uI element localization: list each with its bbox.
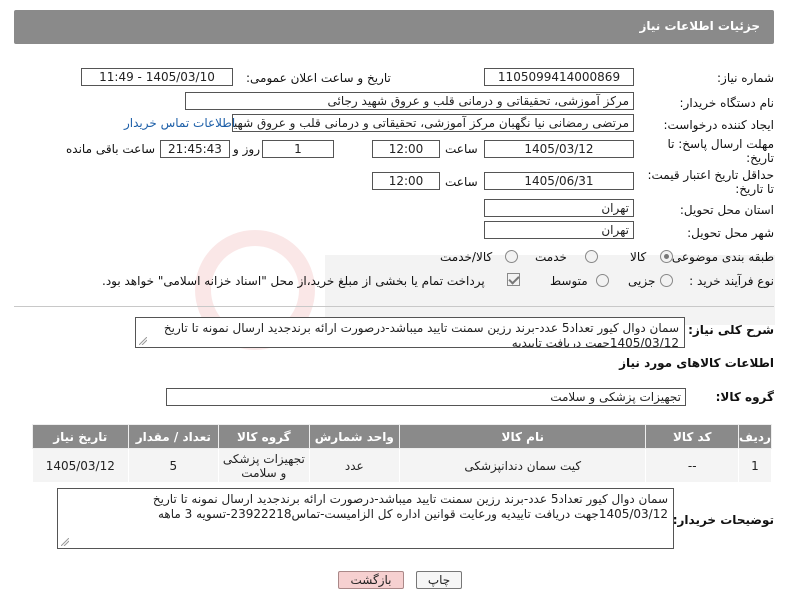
process-option-minor: جزیی	[628, 274, 656, 288]
deadline-label: مهلت ارسال پاسخ: تا	[667, 137, 774, 151]
category-radio-service[interactable]	[585, 250, 598, 263]
process-radio-medium[interactable]	[596, 274, 609, 287]
cell-unit: عدد	[308, 448, 401, 483]
process-label: نوع فرآیند خرید :	[689, 274, 774, 288]
table-header-row: ردیف کد کالا نام کالا واحد شمارش گروه کا…	[32, 424, 773, 449]
buyer-label: نام دستگاه خریدار:	[679, 96, 775, 110]
description-text: سمان دوال کیور تعداد5 عدد-برند رزین سمنت…	[163, 321, 679, 348]
category-option-goods: کالا	[630, 250, 647, 264]
cell-code: --	[645, 448, 739, 483]
price-time-field: 12:00	[372, 172, 440, 190]
price-time-label: ساعت	[445, 175, 478, 189]
cell-need-date: 1405/03/12	[32, 448, 129, 483]
column-header-row-number: ردیف	[737, 424, 773, 449]
days-label: روز و	[233, 142, 260, 156]
column-header-unit: واحد شمارش	[308, 424, 401, 449]
category-option-service: خدمت	[535, 250, 567, 264]
price-date-field: 1405/06/31	[484, 172, 634, 190]
deadline-time-label: ساعت	[445, 142, 478, 156]
days-field: 1	[262, 140, 334, 158]
column-header-name: نام کالا	[399, 424, 647, 449]
province-field: تهران	[484, 199, 634, 217]
price-validity-label: حداقل تاریخ اعتبار قیمت:	[647, 168, 774, 182]
resize-grip-icon[interactable]	[61, 538, 69, 546]
deadline-time-field: 12:00	[372, 140, 440, 158]
province-label: استان محل تحویل:	[679, 203, 774, 217]
header-panel: جزئیات اطلاعات نیاز	[14, 10, 774, 44]
buyer-field: مرکز آموزشی، تحقیقاتی و درمانی قلب و عرو…	[185, 92, 634, 110]
buyer-contact-link[interactable]: اطلاعات تماس خریدار	[124, 116, 235, 130]
category-radio-both[interactable]	[505, 250, 518, 263]
cell-quantity: 5	[127, 448, 220, 483]
category-option-both: کالا/خدمت	[440, 250, 493, 264]
goods-section-title: اطلاعات کالاهای مورد نیاز	[619, 356, 774, 370]
remaining-label: ساعت باقی مانده	[66, 142, 156, 156]
description-textarea[interactable]: سمان دوال کیور تعداد5 عدد-برند رزین سمنت…	[135, 317, 685, 348]
category-radio-goods[interactable]	[660, 250, 673, 263]
column-header-need-date: تاریخ نیاز	[32, 424, 129, 449]
column-header-code: کد کالا	[645, 424, 739, 449]
table-row: 1 -- کیت سمان دندانپزشکی عدد تجهیزات پزش…	[32, 448, 773, 483]
resize-grip-icon[interactable]	[139, 337, 147, 345]
price-validity-label-2: تا تاریخ:	[735, 182, 774, 196]
creator-label: ایجاد کننده درخواست:	[663, 118, 774, 132]
cell-group: تجهیزات پزشکی و سلامت	[218, 448, 310, 483]
announce-field: 1405/03/10 - 11:49	[81, 68, 233, 86]
cell-name: کیت سمان دندانپزشکی	[399, 448, 647, 483]
divider	[14, 306, 774, 307]
buyer-notes-text: سمان دوال کیور تعداد5 عدد-برند رزین سمنت…	[152, 492, 668, 521]
back-button[interactable]: بازگشت	[338, 571, 404, 589]
remaining-time-field: 21:45:43	[160, 140, 230, 158]
process-option-medium: متوسط	[550, 274, 588, 288]
treasury-payment-checkbox[interactable]	[507, 273, 520, 286]
goods-group-label: گروه کالا:	[715, 390, 774, 404]
goods-table: ردیف کد کالا نام کالا واحد شمارش گروه کا…	[32, 424, 773, 483]
city-field: تهران	[484, 221, 634, 239]
deadline-date-field: 1405/03/12	[484, 140, 634, 158]
category-label: طبقه بندی موضوعی:	[667, 250, 774, 264]
announce-label: تاریخ و ساعت اعلان عمومی:	[246, 71, 391, 85]
city-label: شهر محل تحویل:	[687, 226, 774, 240]
treasury-payment-note: پرداخت تمام یا بخشی از مبلغ خرید،از محل …	[102, 274, 485, 288]
column-header-group: گروه کالا	[218, 424, 310, 449]
buyer-notes-label: توضیحات خریدار:	[672, 513, 774, 527]
print-button[interactable]: چاپ	[416, 571, 462, 589]
need-number-field: 1105099414000869	[484, 68, 634, 86]
description-label: شرح کلی نیاز:	[688, 323, 774, 337]
buyer-notes-textarea[interactable]: سمان دوال کیور تعداد5 عدد-برند رزین سمنت…	[57, 488, 674, 549]
cell-row-number: 1	[737, 448, 773, 483]
need-number-label: شماره نیاز:	[717, 71, 774, 85]
process-radio-minor[interactable]	[660, 274, 673, 287]
deadline-label-2: تاریخ:	[746, 151, 774, 165]
goods-group-field: تجهیزات پزشکی و سلامت	[166, 388, 686, 406]
page-title: جزئیات اطلاعات نیاز	[639, 19, 760, 33]
column-header-quantity: تعداد / مقدار	[127, 424, 220, 449]
creator-field: مرتضی رمضانی نیا نگهبان مرکز آموزشی، تحق…	[232, 114, 634, 132]
